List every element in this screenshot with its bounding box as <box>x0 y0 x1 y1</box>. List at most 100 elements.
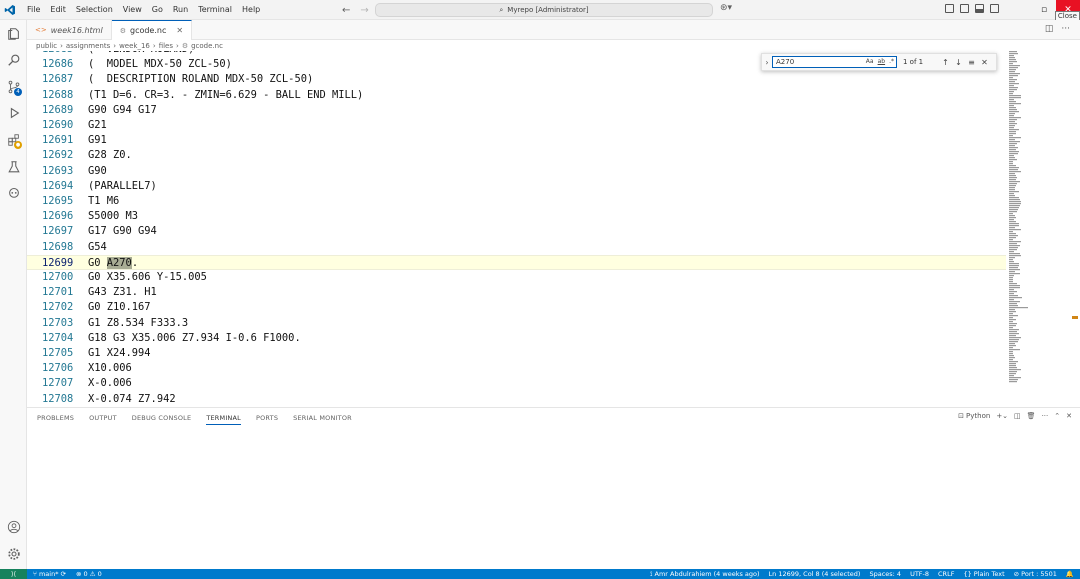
menu-item-help[interactable]: Help <box>237 0 265 20</box>
indentation-status[interactable]: Spaces: 4 <box>869 570 901 578</box>
code-line[interactable]: 12699 G0 A270. <box>27 254 1006 270</box>
code-line[interactable]: 12701 G43 Z31. H1 <box>27 285 1006 300</box>
find-input[interactable]: A270 Aa ab .* <box>772 56 897 68</box>
panel-tab-terminal[interactable]: TERMINAL <box>206 414 241 425</box>
layout-controls <box>945 4 999 13</box>
back-arrow-icon[interactable]: ← <box>342 5 350 16</box>
new-terminal-icon[interactable]: +⌄ <box>996 412 1008 420</box>
menu-item-view[interactable]: View <box>118 0 147 20</box>
more-actions-icon[interactable]: ··· <box>1042 412 1049 420</box>
extensions-icon[interactable]: ● <box>0 128 27 152</box>
code-line[interactable]: 12708 X-0.074 Z7.942 <box>27 392 1006 407</box>
forward-arrow-icon[interactable]: → <box>360 5 368 16</box>
panel-tab-debug-console[interactable]: DEBUG CONSOLE <box>132 414 192 425</box>
run-debug-icon[interactable] <box>0 101 27 125</box>
code-line[interactable]: 12696 S5000 M3 <box>27 209 1006 224</box>
toggle-sidebar-icon[interactable] <box>960 4 969 13</box>
accounts-icon[interactable] <box>0 515 27 539</box>
menu-item-run[interactable]: Run <box>168 0 193 20</box>
find-in-selection-icon[interactable]: ≡ <box>965 58 978 67</box>
toggle-panel-icon[interactable] <box>975 4 984 13</box>
github-copilot-icon[interactable] <box>0 180 27 204</box>
code-editor[interactable]: 12685( VENDOR ROLAND) 12686 ( MODEL MDX-50… <box>27 51 1011 407</box>
menu-item-edit[interactable]: Edit <box>45 0 71 20</box>
breadcrumb-item[interactable]: files <box>159 42 173 50</box>
code-line[interactable]: 12693 G90 <box>27 164 1006 179</box>
close-panel-icon[interactable]: ✕ <box>1066 412 1072 420</box>
tab-week16-html[interactable]: <> week16.html <box>27 20 112 40</box>
previous-match-icon[interactable]: ↑ <box>939 58 952 67</box>
toggle-secondary-sidebar-icon[interactable] <box>990 4 999 13</box>
testing-icon[interactable] <box>0 155 27 179</box>
branch-status[interactable]: ⑂ main* ⟳ <box>33 570 66 578</box>
line-number: 12695 <box>42 195 74 207</box>
code-line[interactable]: 12700 G0 X35.606 Y-15.005 <box>27 270 1006 285</box>
cursor-position[interactable]: Ln 12699, Col 8 (4 selected) <box>769 570 861 578</box>
close-find-icon[interactable]: ✕ <box>978 58 991 67</box>
remote-indicator-icon[interactable]: ⟩⟨ <box>0 569 27 579</box>
code-line[interactable]: 12691 G91 <box>27 133 1006 148</box>
code-line[interactable]: 12687 ( DESCRIPTION ROLAND MDX-50 ZCL-50) <box>27 72 1006 87</box>
minimap[interactable] <box>1006 51 1080 407</box>
explorer-icon[interactable] <box>0 22 27 46</box>
breadcrumb-item[interactable]: gcode.nc <box>191 42 223 50</box>
toggle-replace-icon[interactable]: › <box>762 58 772 67</box>
next-match-icon[interactable]: ↓ <box>952 58 965 67</box>
code-line[interactable]: 12689 G90 G94 G17 <box>27 103 1006 118</box>
code-line[interactable]: 12688 (T1 D=6. CR=3. - ZMIN=6.629 - BALL … <box>27 88 1006 103</box>
code-line[interactable]: 12702 G0 Z10.167 <box>27 300 1006 315</box>
more-actions-icon[interactable]: ··· <box>1061 24 1070 34</box>
menu-item-terminal[interactable]: Terminal <box>193 0 237 20</box>
panel-tab-output[interactable]: OUTPUT <box>89 414 117 425</box>
terminal-profile[interactable]: ⊡ Python <box>958 412 990 420</box>
code-line[interactable]: 12692 G28 Z0. <box>27 148 1006 163</box>
split-editor-icon[interactable]: ◫ <box>1045 24 1054 34</box>
settings-gear-icon[interactable] <box>0 542 27 566</box>
split-terminal-icon[interactable]: ◫ <box>1014 412 1021 420</box>
maximize-panel-icon[interactable]: ⌃ <box>1054 412 1060 420</box>
line-code: G43 Z31. H1 <box>88 286 157 299</box>
panel-tab-serial-monitor[interactable]: SERIAL MONITOR <box>293 414 352 425</box>
error-count: 0 <box>83 570 88 578</box>
git-blame-status[interactable]: ⟟ Amr Abdulrahiem (4 weeks ago) <box>650 570 760 579</box>
menu-item-file[interactable]: File <box>22 0 45 20</box>
menu-item-go[interactable]: Go <box>147 0 168 20</box>
command-center[interactable]: ⌕ Myrepo [Administrator] <box>375 3 713 17</box>
panel-tab-ports[interactable]: PORTS <box>256 414 278 425</box>
code-line[interactable]: 12698 G54 <box>27 240 1006 255</box>
breadcrumb-item[interactable]: public <box>36 42 57 50</box>
code-line[interactable]: 12695 T1 M6 <box>27 194 1006 209</box>
kill-terminal-icon[interactable]: 🗑 <box>1027 412 1036 420</box>
copilot-icon[interactable]: ⊛▾ <box>720 3 732 13</box>
encoding-status[interactable]: UTF-8 <box>910 570 929 578</box>
menu-item-selection[interactable]: Selection <box>71 0 118 20</box>
notifications-icon[interactable]: 🔔 <box>1066 570 1074 578</box>
tab-gcode-nc[interactable]: ⚙ gcode.nc ✕ <box>111 20 193 40</box>
match-word-toggle[interactable]: ab <box>878 58 886 65</box>
line-number: 12687 <box>42 73 74 86</box>
line-number: 12698 <box>42 240 74 253</box>
code-line[interactable]: 12705 G1 X24.994 <box>27 346 1006 361</box>
code-line[interactable]: 12703 G1 Z8.534 F333.3 <box>27 316 1006 331</box>
problems-status[interactable]: ⊗ 0 ⚠ 0 <box>76 570 102 578</box>
restore-icon[interactable]: ▫ <box>1032 0 1056 20</box>
close-tab-icon[interactable]: ✕ <box>176 26 183 35</box>
code-line[interactable]: 12704 G18 G3 X35.006 Z7.934 I-0.6 F1000. <box>27 331 1006 346</box>
search-view-icon[interactable] <box>0 48 27 72</box>
live-server-port[interactable]: ⊘ Port : 5501 <box>1014 570 1057 578</box>
language-mode[interactable]: {} Plain Text <box>963 570 1004 578</box>
code-line[interactable]: 12694 (PARALLEL7) <box>27 179 1006 194</box>
code-line[interactable]: 12707 X-0.006 <box>27 376 1006 391</box>
regex-toggle[interactable]: .* <box>889 58 894 65</box>
code-line[interactable]: 12690 G21 <box>27 118 1006 133</box>
panel-tab-problems[interactable]: PROBLEMS <box>37 414 74 425</box>
customize-layout-icon[interactable] <box>945 4 954 13</box>
breadcrumb-item[interactable]: week_16 <box>119 42 150 50</box>
eol-status[interactable]: CRLF <box>938 570 954 578</box>
match-case-toggle[interactable]: Aa <box>866 58 874 65</box>
code-line[interactable]: 12697 G17 G90 G94 <box>27 224 1006 239</box>
code-line[interactable]: 12706 X10.006 <box>27 361 1006 376</box>
source-control-icon[interactable]: 4 <box>0 75 27 99</box>
breadcrumb-item[interactable]: assignments <box>66 42 110 50</box>
line-code: G28 Z0. <box>88 149 132 162</box>
